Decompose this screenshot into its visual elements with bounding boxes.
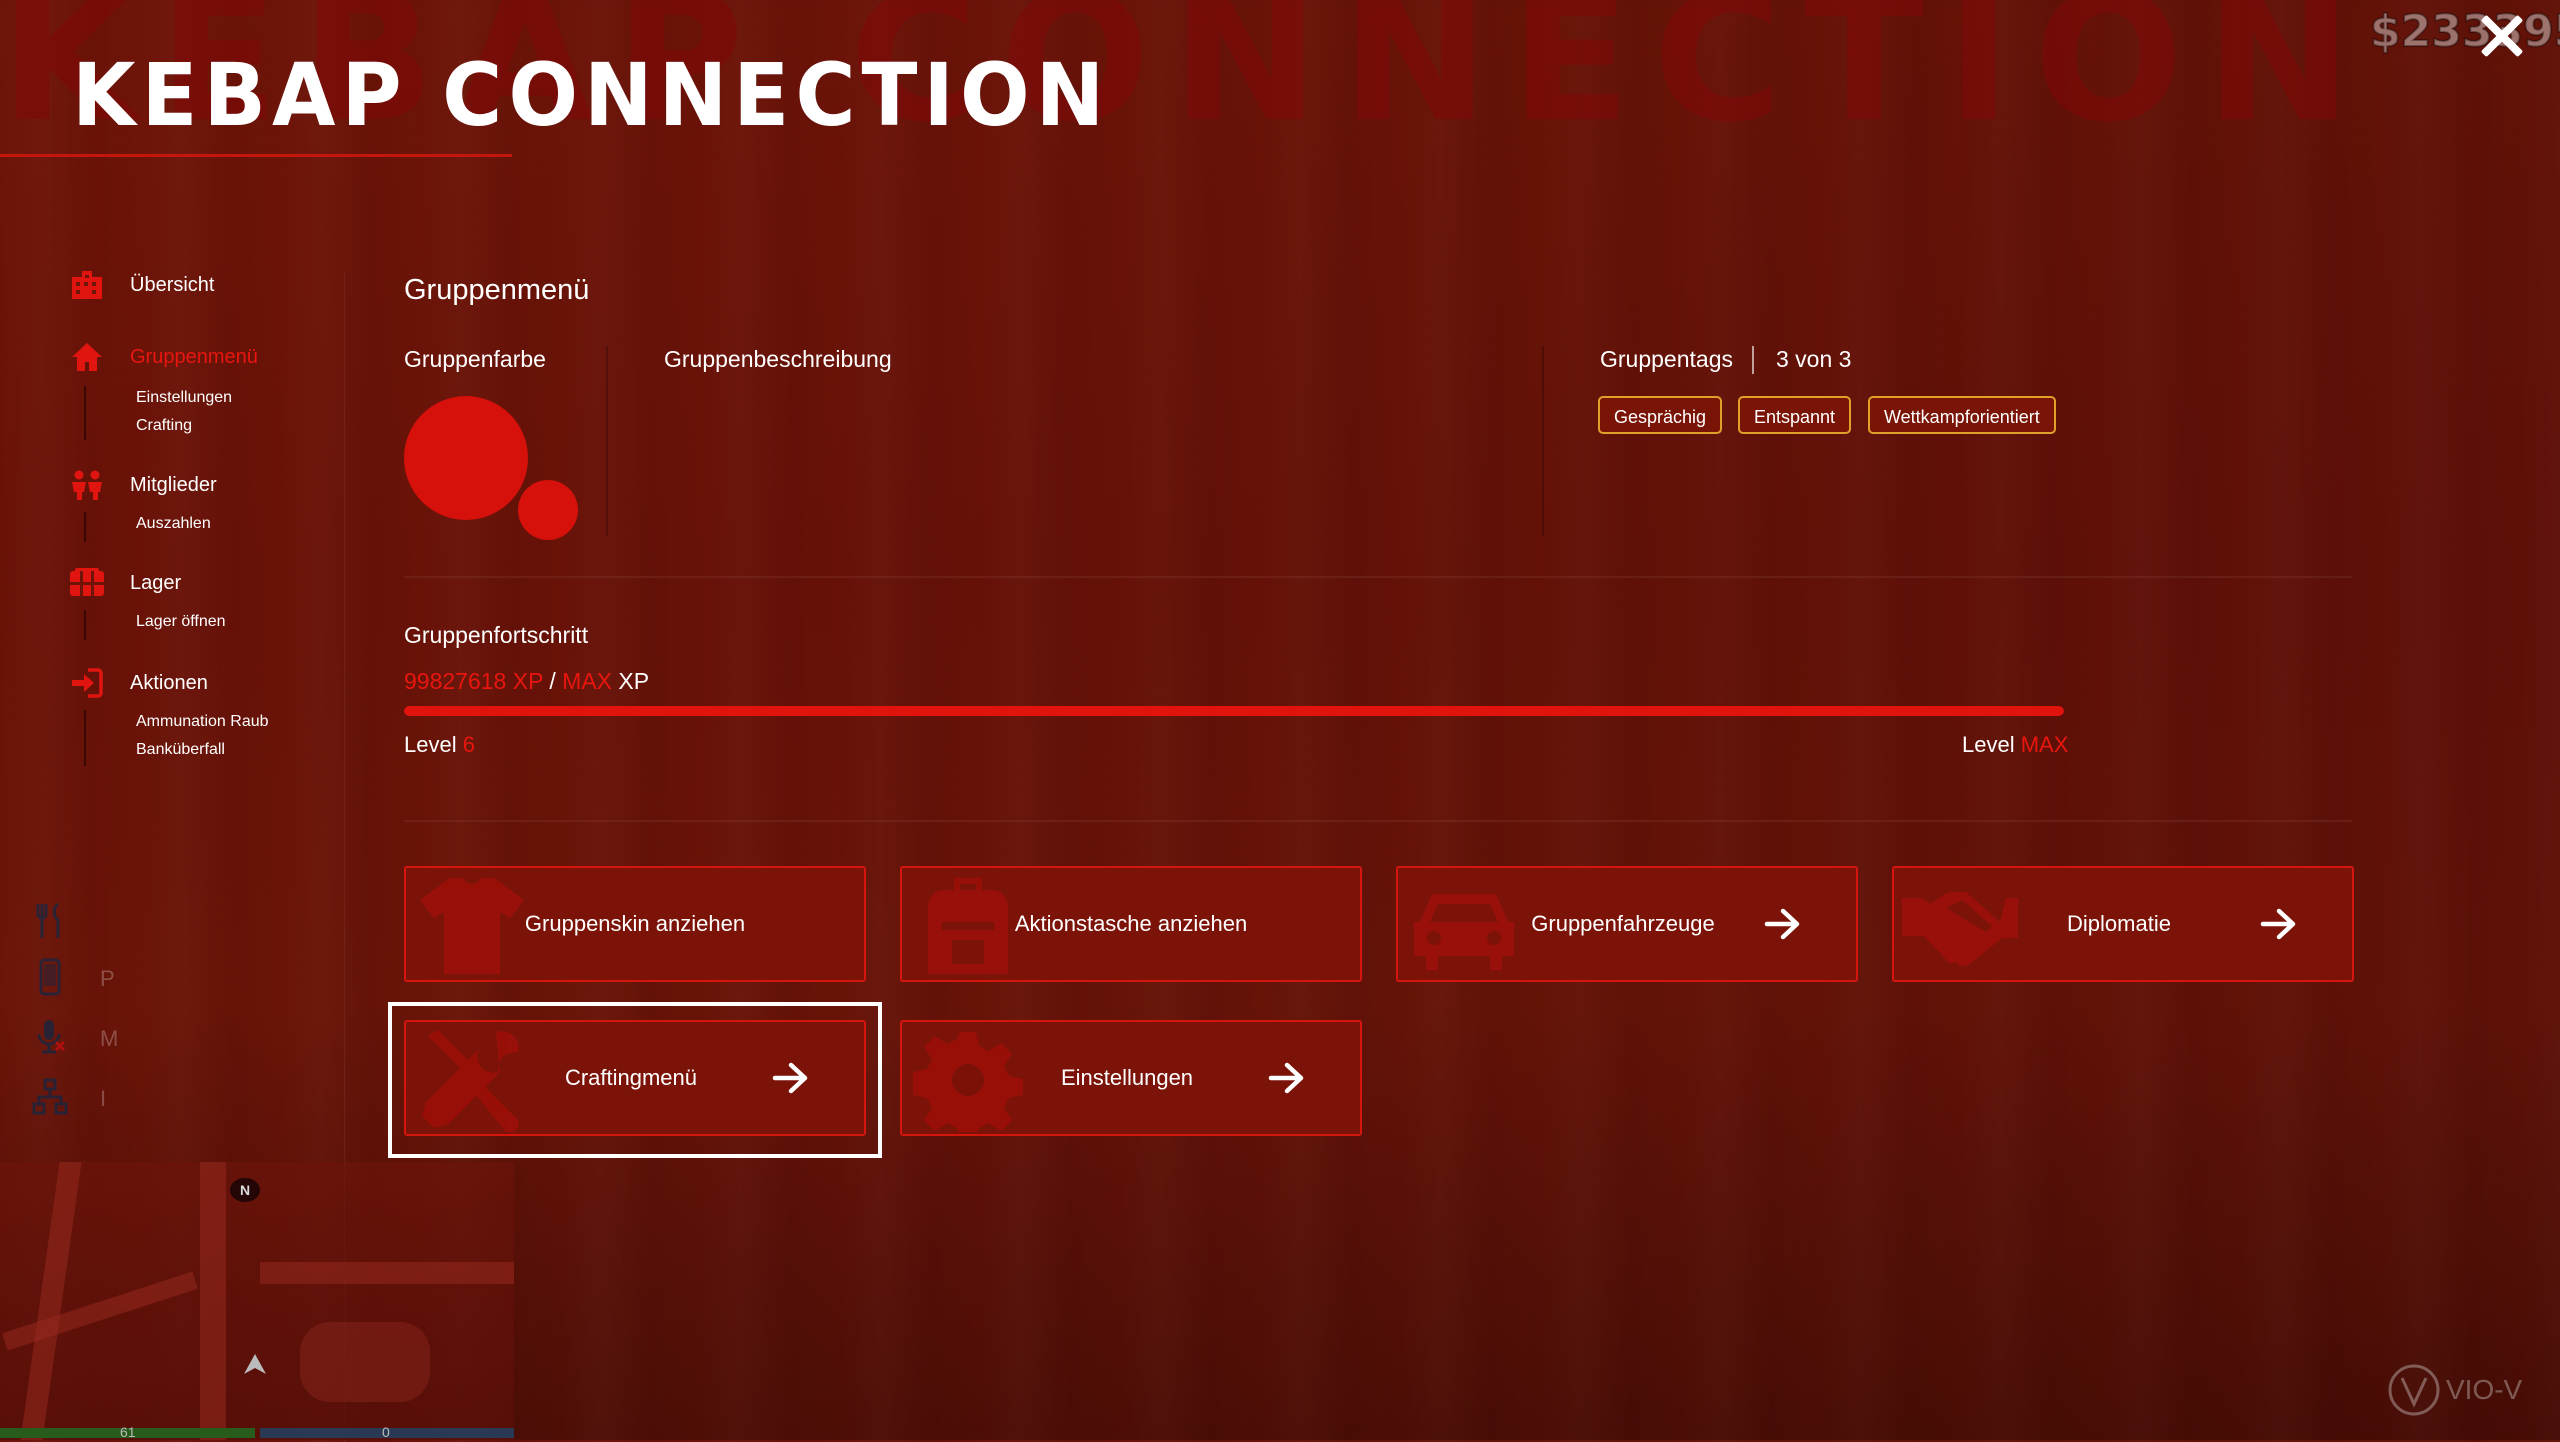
- sidebar-item-gruppenmenue[interactable]: Gruppenmenü: [68, 340, 258, 374]
- crafting-menu-button[interactable]: Craftingmenü: [404, 1020, 866, 1136]
- minimap-road: [200, 1162, 226, 1440]
- tag-chip[interactable]: Gesprächig: [1598, 396, 1723, 434]
- arrow-right-icon: [2260, 908, 2296, 940]
- column-divider: [606, 346, 608, 536]
- page-title: Gruppenmenü: [404, 274, 590, 306]
- diplomacy-button[interactable]: Diplomatie: [1892, 866, 2354, 982]
- submenu-mitglieder: Auszahlen: [136, 510, 211, 538]
- submenu-line: [84, 710, 86, 766]
- group-color-label: Gruppenfarbe: [404, 346, 546, 372]
- group-color-secondary-swatch[interactable]: [518, 480, 578, 540]
- minimap-road: [2, 1271, 198, 1351]
- building-icon: [68, 268, 106, 302]
- submenu-lager: Lager öffnen: [136, 608, 226, 636]
- xp-current: 99827618 XP: [404, 668, 543, 694]
- microphone-muted-icon: [32, 1018, 70, 1056]
- tags-count: 3 von 3: [1776, 346, 1852, 372]
- settings-button[interactable]: Einstellungen: [900, 1020, 1362, 1136]
- minimap-road: [260, 1262, 514, 1284]
- progress-label: Gruppenfortschritt: [404, 622, 589, 648]
- xp-separator: /: [549, 668, 556, 694]
- arrow-right-icon: [1764, 908, 1800, 940]
- home-icon: [68, 340, 106, 374]
- tags-separator: [1752, 346, 1754, 374]
- submenu-line: [84, 386, 86, 440]
- sidebar-item-lager[interactable]: Lager: [68, 566, 181, 600]
- action-label: Gruppenskin anziehen: [524, 911, 746, 936]
- player-arrow-icon: [244, 1354, 266, 1374]
- group-progress-fill: [404, 706, 2064, 716]
- column-divider: [1542, 346, 1544, 536]
- xp-display: 99827618 XP / MAX XP: [404, 668, 649, 695]
- network-icon: [32, 1078, 70, 1116]
- money-display: $233395: [2369, 5, 2560, 58]
- group-skin-button[interactable]: Gruppenskin anziehen: [404, 866, 866, 982]
- submenu-line: [84, 512, 86, 542]
- armor-value: 0: [382, 1424, 390, 1440]
- cutlery-icon: [32, 902, 70, 940]
- xp-max: MAX: [562, 668, 613, 694]
- section-divider: [404, 576, 2352, 578]
- sidebar-item-label: Gruppenmenü: [130, 345, 258, 368]
- storage-icon: [68, 566, 106, 600]
- submenu-item-ammunation-raub[interactable]: Ammunation Raub: [136, 708, 269, 736]
- level-word: Level: [1962, 732, 2015, 757]
- action-label: Aktionstasche anziehen: [1014, 911, 1248, 936]
- group-title: KEBAP CONNECTION: [72, 46, 1111, 146]
- action-bag-button[interactable]: Aktionstasche anziehen: [900, 866, 1362, 982]
- sidebar-item-label: Mitglieder: [130, 473, 217, 496]
- hud-letter-i: I: [100, 1086, 107, 1111]
- group-description-label: Gruppenbeschreibung: [664, 346, 892, 372]
- submenu-gruppenmenue: Einstellungen Crafting: [136, 384, 232, 440]
- people-icon: [68, 468, 106, 502]
- minimap: N 61 0: [0, 1162, 514, 1440]
- level-current: Level 6: [404, 732, 475, 758]
- level-word: Level: [404, 732, 457, 757]
- phone-icon: [32, 958, 70, 996]
- submenu-item-lager-oeffnen[interactable]: Lager öffnen: [136, 608, 226, 636]
- level-max-value: MAX: [2020, 732, 2069, 757]
- group-progress-bar: [404, 706, 2064, 716]
- group-tags-label: Gruppentags: [1600, 346, 1733, 372]
- logo-text: VIO-V: [2446, 1374, 2523, 1405]
- sidebar-item-aktionen[interactable]: Aktionen: [68, 666, 208, 700]
- sidebar-item-label: Übersicht: [130, 273, 215, 296]
- server-logo: VIO-V: [2388, 1358, 2528, 1422]
- close-button[interactable]: [2476, 10, 2528, 62]
- minimap-block: [300, 1322, 430, 1402]
- sign-in-icon: [68, 666, 106, 700]
- minimap-north-marker: N: [230, 1178, 260, 1202]
- health-value: 61: [120, 1424, 136, 1440]
- group-color-swatch[interactable]: [404, 396, 528, 520]
- tag-chip[interactable]: Entspannt: [1738, 396, 1852, 434]
- level-max: Level MAX: [1962, 732, 2068, 758]
- submenu-item-auszahlen[interactable]: Auszahlen: [136, 510, 211, 538]
- group-vehicles-button[interactable]: Gruppenfahrzeuge: [1396, 866, 1858, 982]
- submenu-item-bankueberfall[interactable]: Banküberfall: [136, 736, 269, 764]
- submenu-line: [84, 610, 86, 640]
- sidebar-item-uebersicht[interactable]: Übersicht: [68, 268, 214, 302]
- arrow-right-icon: [1268, 1062, 1304, 1094]
- level-current-value: 6: [462, 732, 475, 757]
- arrow-right-icon: [772, 1062, 808, 1094]
- xp-unit: XP: [618, 668, 650, 694]
- submenu-aktionen: Ammunation Raub Banküberfall: [136, 708, 269, 764]
- sidebar-item-mitglieder[interactable]: Mitglieder: [68, 468, 217, 502]
- title-underline: [0, 154, 512, 157]
- sidebar-item-label: Lager: [130, 571, 182, 594]
- sidebar-item-label: Aktionen: [130, 671, 208, 694]
- submenu-item-einstellungen[interactable]: Einstellungen: [136, 384, 232, 412]
- section-divider: [404, 820, 2352, 822]
- tag-chip[interactable]: Wettkampforientiert: [1868, 396, 2056, 434]
- submenu-item-crafting[interactable]: Crafting: [136, 412, 232, 440]
- hud-letter-m: M: [100, 1026, 119, 1051]
- minimap-road: [20, 1162, 82, 1440]
- hud-letter-p: P: [100, 966, 115, 991]
